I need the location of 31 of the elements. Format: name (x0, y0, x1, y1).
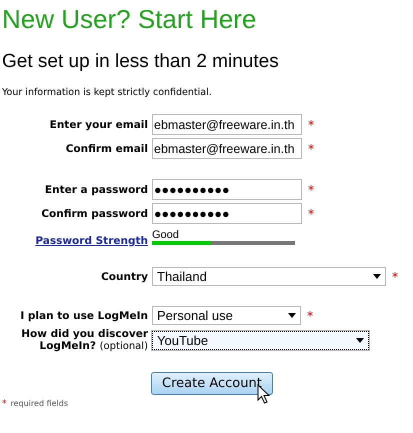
create-account-button[interactable]: Create Account (151, 372, 273, 395)
required-mark: * (392, 270, 398, 284)
required-mark: * (308, 118, 314, 132)
input-field[interactable]: ●●●●●●●●●● (152, 179, 302, 200)
caret-icon (356, 338, 364, 342)
field-label: Confirm email (66, 142, 148, 154)
page-subtitle: Get set up in less than 2 minutes (2, 51, 279, 73)
input-field[interactable]: ebmaster@freeware.in.th (152, 114, 302, 135)
required-mark: * (308, 142, 314, 156)
required-mark: * (307, 308, 313, 322)
field-label: Enter your email (50, 118, 148, 130)
caret-icon (373, 274, 381, 279)
password-strength-link[interactable]: Password Strength (35, 235, 148, 247)
field-label: I plan to use LogMeIn (20, 310, 148, 322)
caret-icon (288, 313, 296, 318)
field-label: Enter a password (44, 184, 148, 196)
footnote: required fields (10, 399, 68, 409)
page-title: New User? Start Here (2, 4, 256, 35)
required-mark: * (308, 182, 314, 196)
required-mark: * (308, 206, 314, 220)
field-label: How did you discover LogMeIn? (optional) (20, 328, 148, 352)
privacy-notice: Your information is kept strictly confidential. (2, 87, 213, 98)
field-label: Confirm password (41, 208, 148, 220)
dropdown[interactable]: Personal use (152, 306, 301, 325)
dropdown[interactable]: YouTube (152, 330, 369, 350)
dropdown[interactable]: Thailand (152, 267, 386, 286)
required-mark: * (2, 399, 6, 409)
field-label: Country (101, 270, 148, 282)
strength-reading: Good (152, 229, 180, 241)
input-field[interactable]: ●●●●●●●●●● (152, 203, 302, 224)
input-field[interactable]: ebmaster@freeware.in.th (152, 138, 302, 159)
